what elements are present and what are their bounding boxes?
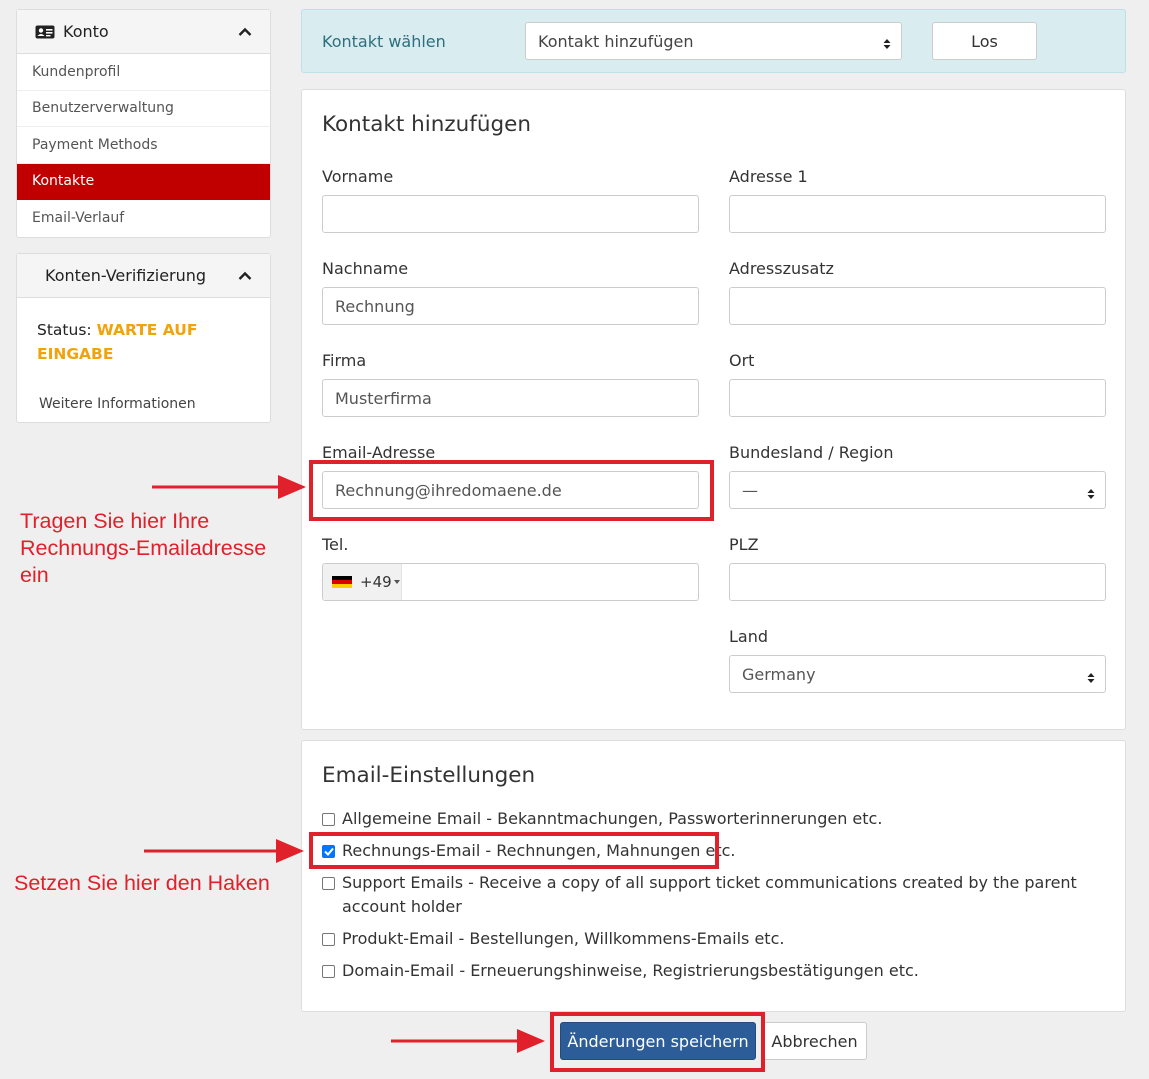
- more-info-link[interactable]: Weitere Informationen: [17, 366, 270, 420]
- lastname-field[interactable]: Rechnung: [322, 287, 699, 325]
- state-label: Bundesland / Region: [729, 443, 894, 462]
- invoice-checkbox-highlight: [309, 832, 719, 869]
- company-label: Firma: [322, 351, 367, 370]
- city-label: Ort: [729, 351, 755, 370]
- support-email-checkbox[interactable]: [322, 877, 335, 890]
- address2-field[interactable]: [729, 287, 1106, 325]
- chevron-up-icon[interactable]: [238, 269, 252, 283]
- city-field[interactable]: [729, 379, 1106, 417]
- address1-field[interactable]: [729, 195, 1106, 233]
- checkbox-hint-annotation: Setzen Sie hier den Haken: [14, 871, 270, 895]
- email-settings-title: Email-Einstellungen: [322, 763, 536, 788]
- select-caret-icon: [1087, 669, 1095, 688]
- email-option-label: Produkt-Email - Bestellungen, Willkommen…: [342, 929, 785, 948]
- firstname-field[interactable]: [322, 195, 699, 233]
- general-email-checkbox[interactable]: [322, 813, 335, 826]
- country-code-picker[interactable]: +49: [323, 564, 402, 600]
- email-settings-card: Email-Einstellungen Allgemeine Email - B…: [301, 740, 1126, 1012]
- caret-down-icon: [393, 580, 400, 584]
- sidebar-item-email-verlauf[interactable]: Email-Verlauf: [17, 200, 270, 237]
- address2-label: Adresszusatz: [729, 259, 834, 278]
- contact-chooser-bar: Kontakt wählen Kontakt hinzufügen Los: [301, 9, 1126, 73]
- arrow-right-icon: [152, 475, 306, 499]
- form-title: Kontakt hinzufügen: [322, 112, 531, 137]
- arrow-right-icon: [391, 1029, 545, 1053]
- germany-flag-icon: [332, 575, 352, 589]
- country-select[interactable]: Germany: [729, 655, 1106, 693]
- postcode-field[interactable]: [729, 563, 1106, 601]
- company-field[interactable]: Musterfirma: [322, 379, 699, 417]
- cancel-button[interactable]: Abbrechen: [762, 1022, 867, 1060]
- id-card-icon: [35, 25, 55, 39]
- product-email-checkbox[interactable]: [322, 933, 335, 946]
- phone-field[interactable]: +49: [322, 563, 699, 601]
- firstname-label: Vorname: [322, 167, 394, 186]
- country-select-value: Germany: [742, 664, 816, 684]
- account-panel: Konto Kundenprofil Benutzerverwaltung Pa…: [16, 9, 271, 238]
- email-option-label: Allgemeine Email - Bekanntmachungen, Pas…: [342, 809, 883, 828]
- phone-label: Tel.: [322, 535, 349, 554]
- contact-chooser-label: Kontakt wählen: [322, 32, 446, 51]
- verification-panel-header[interactable]: Konten-Verifizierung: [17, 254, 270, 298]
- account-panel-header[interactable]: Konto: [17, 10, 270, 54]
- select-caret-icon: [1087, 485, 1095, 504]
- email-option-support[interactable]: Support Emails - Receive a copy of all s…: [322, 871, 1107, 919]
- lastname-label: Nachname: [322, 259, 409, 278]
- state-select-value: —: [742, 480, 758, 500]
- email-option-general[interactable]: Allgemeine Email - Bekanntmachungen, Pas…: [322, 807, 1107, 831]
- address1-label: Adresse 1: [729, 167, 808, 186]
- save-button-highlight: [550, 1012, 765, 1072]
- postcode-label: PLZ: [729, 535, 759, 554]
- sidebar-item-payment-methods[interactable]: Payment Methods: [17, 127, 270, 164]
- contact-form-card: Kontakt hinzufügen Vorname Nachname Rech…: [301, 89, 1126, 730]
- account-panel-title: Konto: [63, 22, 109, 41]
- chevron-up-icon[interactable]: [238, 25, 252, 39]
- country-label: Land: [729, 627, 769, 646]
- account-nav: Kundenprofil Benutzerverwaltung Payment …: [17, 54, 270, 237]
- sidebar-item-benutzerverwaltung[interactable]: Benutzerverwaltung: [17, 91, 270, 127]
- contact-select-value: Kontakt hinzufügen: [538, 31, 694, 51]
- verification-status: Status: WARTE AUF EINGABE: [17, 298, 270, 366]
- go-button[interactable]: Los: [932, 22, 1037, 60]
- state-select[interactable]: —: [729, 471, 1106, 509]
- verification-panel-title: Konten-Verifizierung: [45, 266, 207, 285]
- email-option-product[interactable]: Produkt-Email - Bestellungen, Willkommen…: [322, 927, 1107, 951]
- sidebar-item-kontakte[interactable]: Kontakte: [17, 163, 270, 200]
- email-field-highlight: [309, 460, 714, 521]
- email-option-label: Support Emails - Receive a copy of all s…: [342, 873, 1077, 916]
- status-label: Status:: [37, 321, 92, 339]
- domain-email-checkbox[interactable]: [322, 965, 335, 978]
- email-hint-annotation: Tragen Sie hier Ihre Rechnungs-Emailadre…: [20, 509, 267, 587]
- dial-code: +49: [360, 573, 392, 591]
- sidebar-item-kundenprofil[interactable]: Kundenprofil: [17, 54, 270, 91]
- select-caret-icon: [883, 35, 891, 49]
- arrow-right-icon: [144, 839, 304, 863]
- email-option-label: Domain-Email - Erneuerungshinweise, Regi…: [342, 961, 919, 980]
- contact-select[interactable]: Kontakt hinzufügen: [525, 22, 902, 60]
- email-option-domain[interactable]: Domain-Email - Erneuerungshinweise, Regi…: [322, 959, 1107, 983]
- verification-panel: Konten-Verifizierung Status: WARTE AUF E…: [16, 253, 271, 423]
